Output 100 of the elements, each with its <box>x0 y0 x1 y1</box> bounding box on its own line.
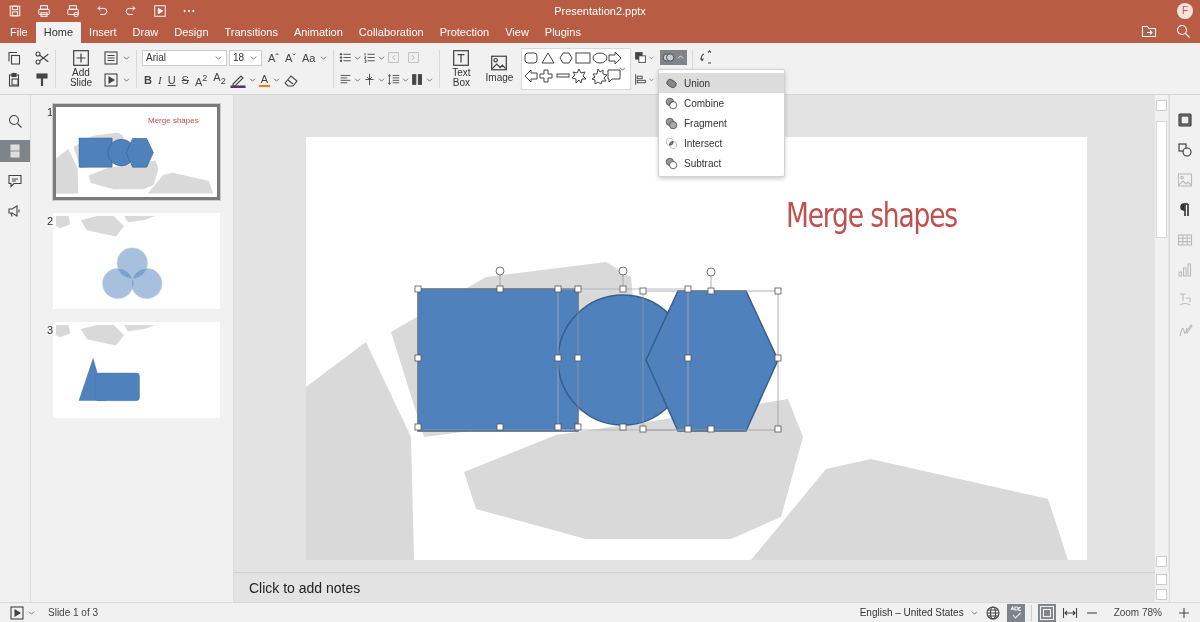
caret-icon[interactable] <box>425 75 435 84</box>
font-size-button[interactable]: Aˇ <box>283 50 298 65</box>
bullet-list-icon[interactable] <box>339 51 353 64</box>
text-style-button[interactable]: B <box>142 72 154 87</box>
caret-icon <box>249 53 258 62</box>
overlapping-circles-icon <box>665 96 678 110</box>
menu-tab[interactable]: Animation <box>285 22 351 43</box>
text-style-button[interactable]: I <box>155 72 164 87</box>
zoom-level: Zoom 78% <box>1113 607 1162 618</box>
menu-tab[interactable]: Collaboration <box>350 22 432 43</box>
merge-shapes-button[interactable] <box>660 50 688 65</box>
vertical-align-icon[interactable] <box>363 73 377 86</box>
undo-icon[interactable] <box>95 3 109 18</box>
arrange-icon[interactable] <box>634 51 648 64</box>
slide-number: 1 <box>45 106 53 118</box>
slide-number: 2 <box>45 215 53 227</box>
text-style-button[interactable]: A$_{2}$ <box>211 70 228 89</box>
menu-tab[interactable]: Plugins <box>536 22 589 43</box>
megaphone-icon <box>7 203 23 219</box>
align-shapes-icon[interactable] <box>634 73 648 86</box>
menu-item[interactable]: Fragment <box>659 113 784 133</box>
menu-tab[interactable]: Home <box>35 22 82 43</box>
subtract-icon <box>665 156 678 170</box>
slide-settings-icon[interactable] <box>1177 112 1193 128</box>
slide-number: 3 <box>45 324 53 336</box>
scrollbar[interactable] <box>1155 95 1168 572</box>
line-spacing-icon[interactable] <box>387 73 401 86</box>
slide-thumbnail[interactable] <box>53 322 220 418</box>
slide-counter: Slide 1 of 3 <box>48 607 99 618</box>
language-selector[interactable]: English – United States <box>859 607 964 618</box>
shape-settings-icon[interactable] <box>1177 142 1193 158</box>
layout-icon[interactable] <box>103 49 119 66</box>
capsule-icon <box>665 76 678 90</box>
caret-icon[interactable] <box>353 75 363 84</box>
fit-slide-button[interactable] <box>1037 603 1056 622</box>
format-painter-icon[interactable] <box>34 71 50 88</box>
overlapping-circles-icon <box>662 51 676 64</box>
folder-icon[interactable] <box>1141 23 1157 39</box>
merged-shapes-drawing[interactable] <box>417 288 779 432</box>
columns-icon[interactable] <box>411 73 425 86</box>
add-slide-button[interactable]: Add Slide <box>61 49 101 88</box>
font-size-button[interactable]: Aa <box>300 50 318 65</box>
text-box-icon <box>452 49 471 67</box>
font-name-field[interactable]: Arial <box>142 49 227 66</box>
slide-thumbnail[interactable] <box>53 213 220 309</box>
paste-icon[interactable] <box>6 71 22 88</box>
save-icon[interactable] <box>8 3 22 18</box>
menu-tab[interactable]: Protection <box>431 22 498 43</box>
align-left-icon[interactable] <box>339 73 353 86</box>
numbered-list-icon[interactable] <box>363 51 377 64</box>
copy-icon[interactable] <box>6 49 22 66</box>
caret-icon[interactable] <box>122 53 131 62</box>
slide-thumbnail[interactable]: Merge shapes <box>53 104 220 200</box>
play-icon[interactable] <box>9 604 25 621</box>
spellcheck-button[interactable] <box>1006 603 1025 622</box>
print-icon[interactable] <box>37 3 51 18</box>
image-button[interactable]: Image <box>479 54 520 83</box>
slide-title[interactable]: Merge shapes <box>786 195 958 235</box>
menu-item[interactable]: Union <box>659 73 784 93</box>
user-avatar[interactable]: F <box>1177 2 1193 19</box>
caret-icon[interactable] <box>377 53 387 62</box>
image-icon <box>490 54 509 72</box>
menu-item[interactable]: Intersect <box>659 133 784 153</box>
caret-icon[interactable] <box>247 75 257 84</box>
caret-icon[interactable] <box>377 75 387 84</box>
text-box-button[interactable]: Text Box <box>445 49 478 88</box>
selection-handles[interactable] <box>414 266 782 433</box>
document-title: Presentation2.pptx <box>554 4 646 17</box>
menu-tab[interactable]: Insert <box>81 22 125 43</box>
caret-icon[interactable] <box>319 53 329 62</box>
cut-icon[interactable] <box>34 49 50 66</box>
menu-item[interactable]: Subtract <box>659 153 784 173</box>
caret-icon[interactable] <box>272 75 282 84</box>
text-style-button[interactable]: U <box>165 72 178 87</box>
caret-icon[interactable] <box>401 75 411 84</box>
caret-icon[interactable] <box>353 53 363 62</box>
slide-title: Merge shapes <box>148 116 199 125</box>
notes-field[interactable]: Click to add notes <box>234 572 1155 602</box>
caret-icon[interactable] <box>969 608 979 617</box>
redo-icon[interactable] <box>124 3 138 18</box>
menu-tab[interactable]: File <box>2 22 36 43</box>
caret-icon[interactable] <box>27 608 36 617</box>
play-icon[interactable] <box>103 71 119 88</box>
menu-tab[interactable]: Draw <box>124 22 167 43</box>
scrollbar[interactable] <box>1155 572 1168 602</box>
menu-tab[interactable]: Design <box>166 22 217 43</box>
menu-item[interactable]: Combine <box>659 93 784 113</box>
font-size-field[interactable]: 18 <box>229 49 262 66</box>
caret-icon[interactable] <box>122 75 131 84</box>
text-style-button[interactable]: S <box>179 72 191 87</box>
search-icon <box>7 113 23 129</box>
font-color-button[interactable]: A <box>258 72 271 87</box>
menu-tab[interactable]: Transitions <box>216 22 286 43</box>
quick-print-icon[interactable] <box>66 3 80 18</box>
search-icon[interactable] <box>1175 23 1191 39</box>
globe-icon[interactable] <box>984 604 1001 621</box>
font-size-button[interactable]: Aˆ <box>266 50 281 65</box>
text-style-button[interactable]: A$^{2}$ <box>192 70 210 89</box>
menu-tab[interactable]: View <box>497 22 537 43</box>
slideshow-icon[interactable] <box>153 3 167 18</box>
